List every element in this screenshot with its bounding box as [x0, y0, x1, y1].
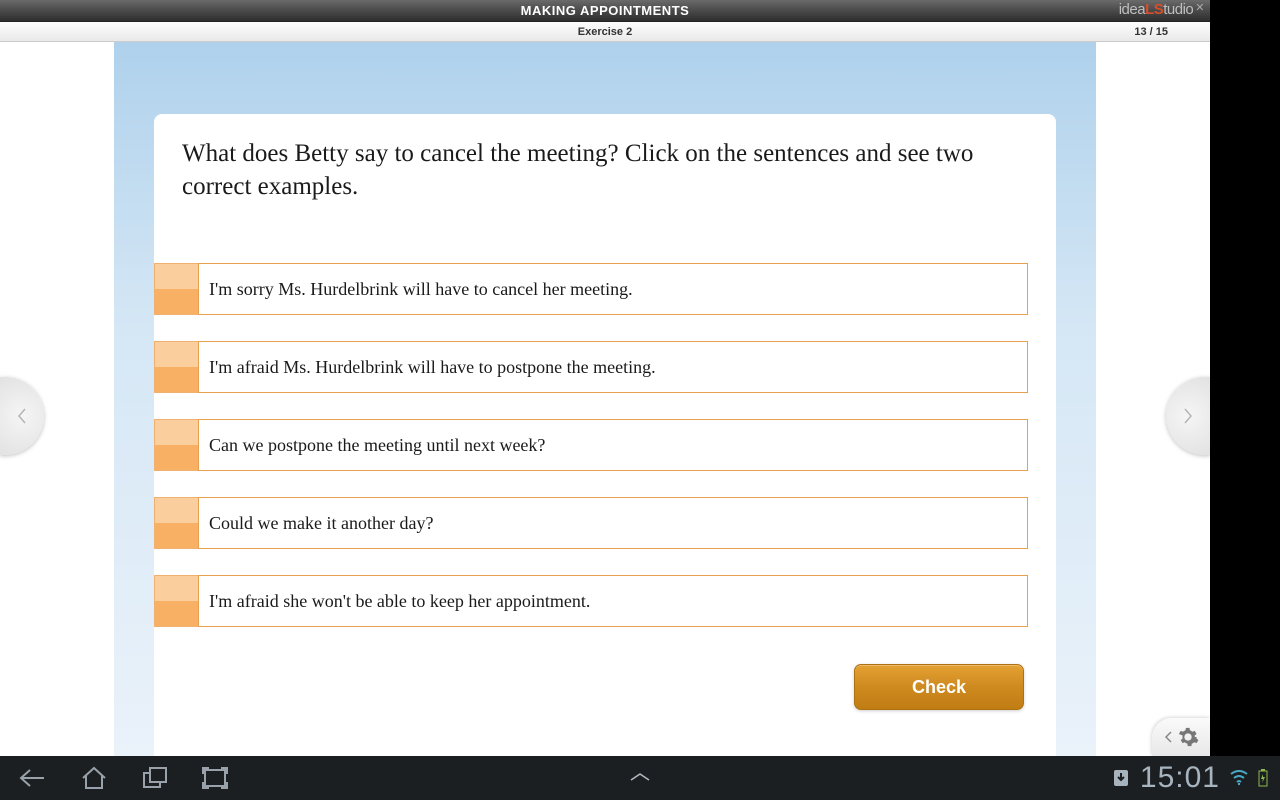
option-checkbox[interactable]: [154, 575, 198, 627]
home-icon[interactable]: [80, 766, 108, 790]
download-icon[interactable]: [1112, 768, 1130, 788]
expand-bar-icon[interactable]: [629, 769, 651, 787]
settings-button[interactable]: [1152, 718, 1210, 756]
battery-charging-icon: [1258, 769, 1268, 787]
option-item[interactable]: I'm afraid she won't be able to keep her…: [154, 575, 1028, 627]
gear-icon: [1177, 726, 1199, 748]
option-item[interactable]: Can we postpone the meeting until next w…: [154, 419, 1028, 471]
option-item[interactable]: Could we make it another day?: [154, 497, 1028, 549]
option-item[interactable]: I'm afraid Ms. Hurdelbrink will have to …: [154, 341, 1028, 393]
option-checkbox[interactable]: [154, 497, 198, 549]
check-button[interactable]: Check: [854, 664, 1024, 710]
prev-page-button[interactable]: [0, 377, 44, 455]
option-label: Could we make it another day?: [198, 497, 1028, 549]
title-bar: MAKING APPOINTMENTS ideaLStudio✕: [0, 0, 1210, 22]
option-checkbox[interactable]: [154, 341, 198, 393]
option-label: I'm afraid Ms. Hurdelbrink will have to …: [198, 341, 1028, 393]
option-label: I'm sorry Ms. Hurdelbrink will have to c…: [198, 263, 1028, 315]
option-label: I'm afraid she won't be able to keep her…: [198, 575, 1028, 627]
brand-logo: ideaLStudio✕: [1119, 1, 1204, 18]
back-icon[interactable]: [18, 767, 46, 789]
option-label: Can we postpone the meeting until next w…: [198, 419, 1028, 471]
recent-apps-icon[interactable]: [142, 767, 168, 789]
next-page-button[interactable]: [1166, 377, 1210, 455]
option-item[interactable]: I'm sorry Ms. Hurdelbrink will have to c…: [154, 263, 1028, 315]
exercise-label: Exercise 2: [578, 26, 632, 38]
page-title: MAKING APPOINTMENTS: [521, 3, 690, 18]
wifi-icon: [1230, 770, 1248, 786]
app-frame: MAKING APPOINTMENTS ideaLStudio✕ Exercis…: [0, 0, 1210, 756]
exercise-panel: What does Betty say to cancel the meetin…: [114, 42, 1096, 756]
screenshot-icon[interactable]: [202, 767, 228, 789]
content-area: What does Betty say to cancel the meetin…: [0, 42, 1210, 756]
question-text: What does Betty say to cancel the meetin…: [182, 138, 1028, 203]
status-clock: 15:01: [1140, 761, 1220, 795]
options-list: I'm sorry Ms. Hurdelbrink will have to c…: [154, 263, 1028, 627]
option-checkbox[interactable]: [154, 419, 198, 471]
chevron-left-small-icon: [1164, 731, 1173, 743]
chevron-left-icon: [16, 407, 28, 425]
exercise-card: What does Betty say to cancel the meetin…: [154, 114, 1056, 756]
chevron-right-icon: [1182, 407, 1194, 425]
sub-header: Exercise 2 13 / 15: [0, 22, 1210, 42]
letterbox-right: [1210, 0, 1280, 756]
android-nav-bar: 15:01: [0, 756, 1280, 800]
option-checkbox[interactable]: [154, 263, 198, 315]
close-icon[interactable]: ✕: [1195, 2, 1204, 14]
page-counter: 13 / 15: [1134, 26, 1168, 38]
